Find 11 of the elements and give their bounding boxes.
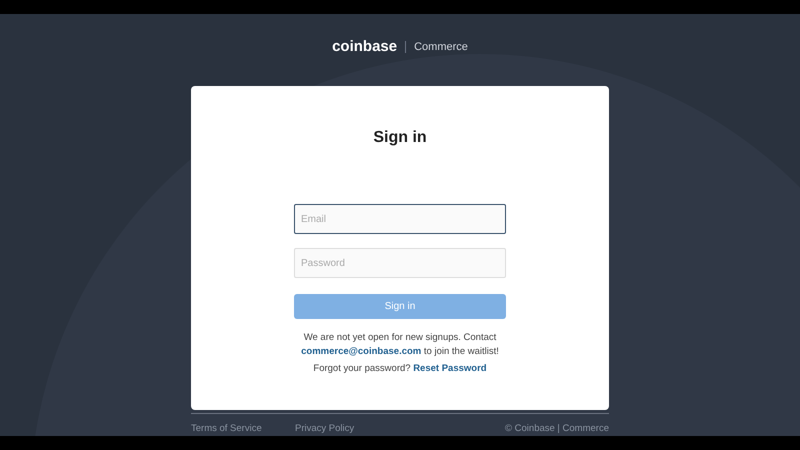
copyright-text: © Coinbase | Commerce bbox=[505, 422, 609, 436]
product-name: Commerce bbox=[414, 40, 468, 55]
email-link[interactable]: commerce@coinbase.com bbox=[301, 346, 422, 357]
logo: coinbase bbox=[332, 36, 398, 57]
input-field[interactable]: Email bbox=[294, 204, 506, 234]
signup-notice: We are not yet open for new signups. Contact commerce@coinbase.com to join the waitlist! bbox=[300, 331, 500, 359]
forgot-password-text: Forgot your password? Reset Password bbox=[313, 362, 487, 376]
card-title: Sign in bbox=[373, 128, 427, 148]
reset-password-link[interactable]: Reset Password bbox=[413, 363, 487, 374]
footer-link[interactable]: Privacy Policy bbox=[295, 422, 354, 436]
footer-link[interactable]: Terms of Service bbox=[191, 422, 295, 436]
